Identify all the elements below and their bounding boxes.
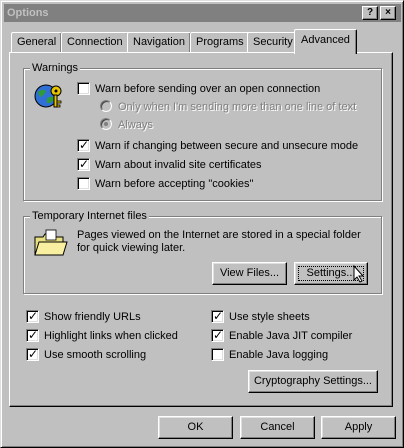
warn-secure-mode-label: Warn if changing between secure and unse… [95,140,359,152]
check-icon: ✓ [79,157,90,171]
globe-key-icon [34,84,62,108]
use-style-sheets-checkbox[interactable]: ✓ [211,309,224,323]
check-icon: ✓ [79,138,90,152]
mouse-pointer-icon [353,265,365,283]
cancel-button[interactable]: Cancel [240,416,315,439]
tab-connection[interactable]: Connection [61,32,129,52]
apply-button[interactable]: Apply [321,416,396,439]
highlight-links-checkbox[interactable]: ✓ [26,328,39,342]
check-icon: ✓ [28,347,39,361]
check-icon: ✓ [28,309,39,323]
warn-cookies-label: Warn before accepting "cookies" [95,178,254,190]
radio-one-line-label: Only when I'm sending more than one line… [118,101,357,113]
help-button[interactable]: ? [362,6,378,20]
radio-one-line [100,100,112,112]
tab-security[interactable]: Security [247,32,299,52]
use-style-sheets-label: Use style sheets [229,311,310,323]
folder-icon [34,229,68,256]
temp-files-description: Pages viewed on the Internet are stored … [77,229,361,254]
warn-cookies-checkbox[interactable] [77,177,90,190]
warn-open-connection-label: Warn before sending over an open connect… [95,83,321,95]
tab-advanced[interactable]: Advanced [294,29,357,54]
close-button[interactable]: × [380,6,396,20]
java-logging-checkbox[interactable] [211,348,224,361]
title-bar: Options ? × [4,4,401,22]
warn-secure-mode-checkbox[interactable]: ✓ [77,138,90,152]
java-logging-label: Enable Java logging [229,349,329,361]
view-files-button[interactable]: View Files... [212,262,287,285]
radio-always-label: Always [118,119,153,131]
smooth-scrolling-label: Use smooth scrolling [44,349,147,361]
smooth-scrolling-checkbox[interactable]: ✓ [26,347,39,361]
highlight-links-label: Highlight links when clicked [44,330,178,342]
show-friendly-urls-checkbox[interactable]: ✓ [26,309,39,323]
warn-open-connection-checkbox[interactable] [77,82,90,95]
check-icon: ✓ [28,328,39,342]
check-icon: ✓ [213,328,224,342]
tab-programs[interactable]: Programs [190,32,250,52]
warn-invalid-cert-label: Warn about invalid site certificates [95,159,262,171]
tab-general[interactable]: General [11,32,63,52]
warnings-group-label: Warnings [30,61,81,75]
java-jit-checkbox[interactable]: ✓ [211,328,224,342]
window-title: Options [7,7,49,19]
ok-button[interactable]: OK [158,416,233,439]
radio-always [100,118,112,130]
java-jit-label: Enable Java JIT compiler [229,330,353,342]
tab-navigation[interactable]: Navigation [127,32,191,52]
cryptography-settings-button[interactable]: Cryptography Settings... [248,370,378,393]
show-friendly-urls-label: Show friendly URLs [44,311,141,323]
warn-invalid-cert-checkbox[interactable]: ✓ [77,157,90,171]
temp-files-group-label: Temporary Internet files [30,209,149,223]
check-icon: ✓ [213,309,224,323]
